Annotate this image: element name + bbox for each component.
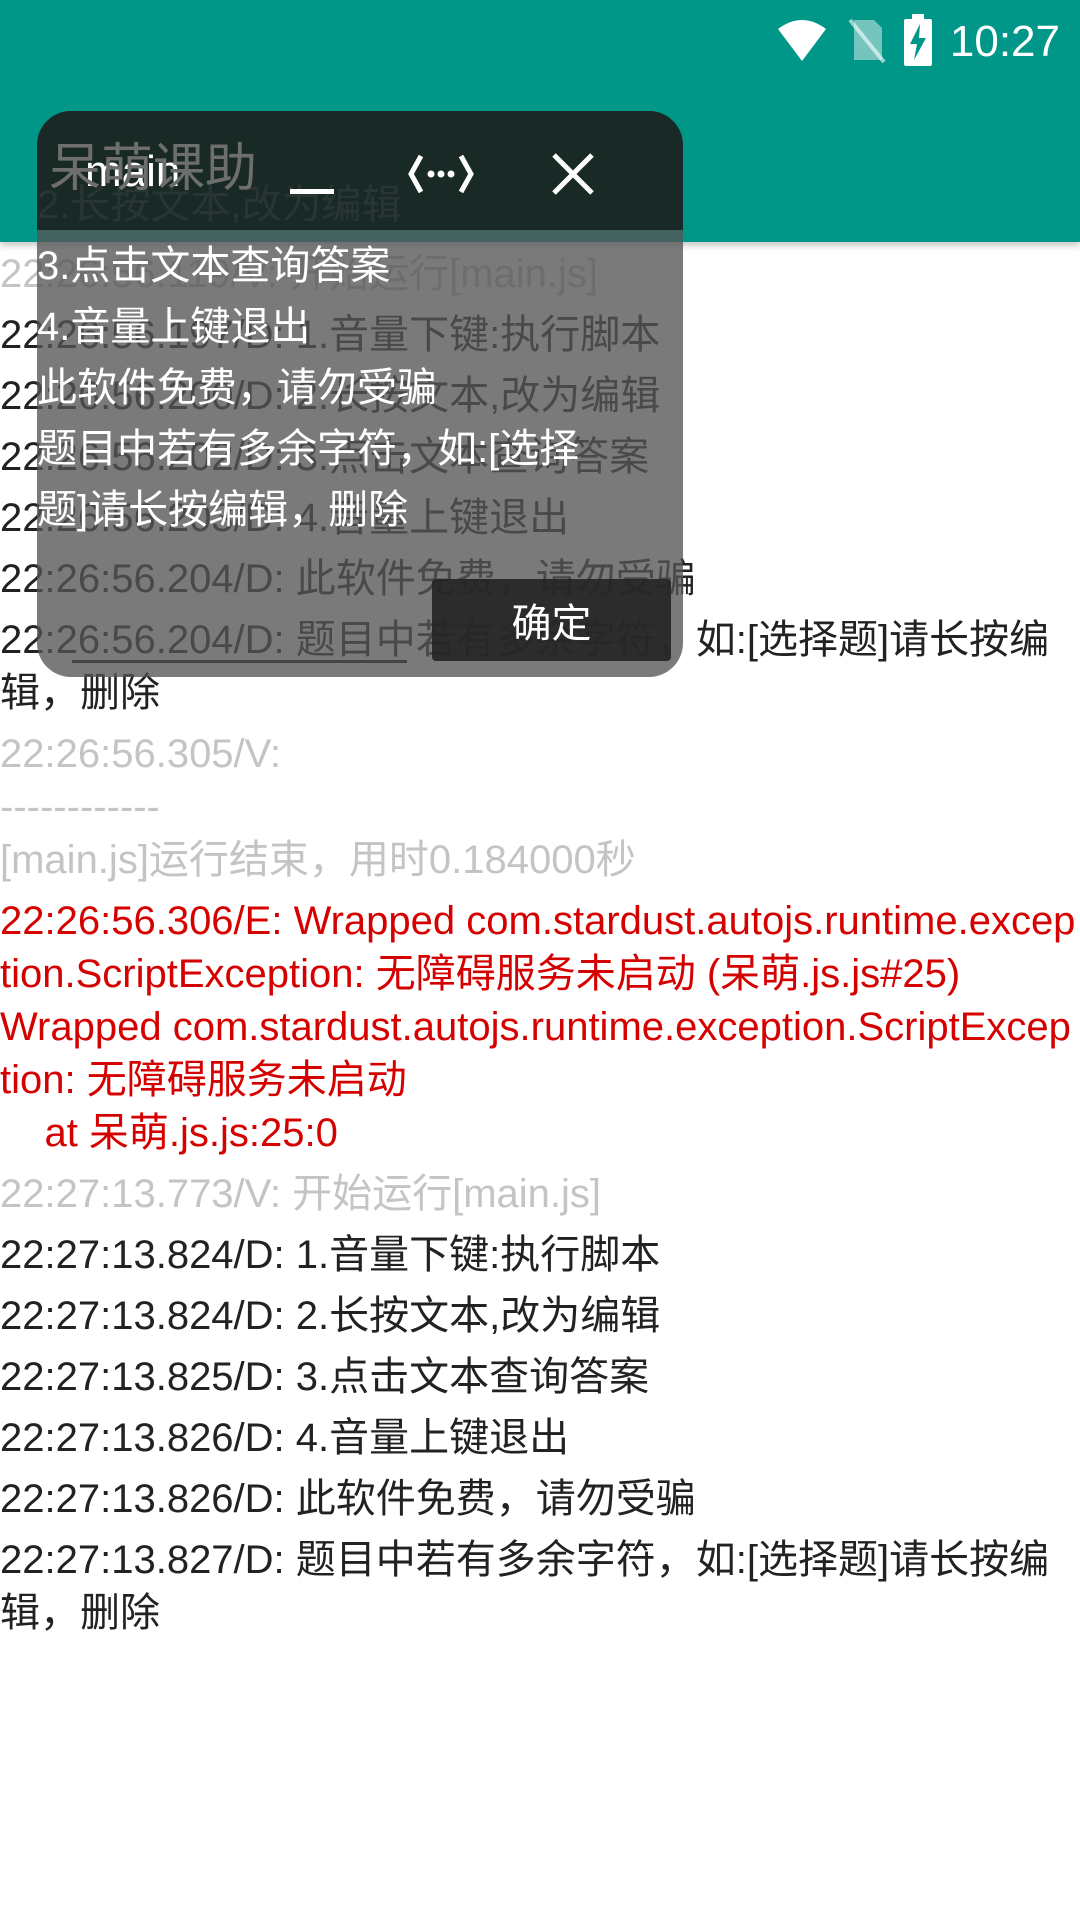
floating-window-title: main bbox=[85, 147, 181, 196]
battery-charging-icon bbox=[903, 13, 932, 71]
log-entry: 22:26:56.305/V: ------------ [main.js]运行… bbox=[0, 732, 636, 882]
minimize-icon bbox=[290, 189, 334, 194]
log-entry: 22:27:13.826/D: 此软件免费，请勿受骗 bbox=[0, 1477, 696, 1521]
floating-console-window[interactable]: 2.长按文本,改为编辑3.点击文本查询答案4.音量上键退出此软件免费，请勿受骗题… bbox=[37, 111, 683, 677]
minimize-button[interactable] bbox=[277, 139, 347, 209]
floating-log-line: 3.点击文本查询答案 bbox=[37, 244, 391, 288]
log-entry: 22:27:13.773/V: 开始运行[main.js] bbox=[0, 1172, 602, 1216]
log-entry: 22:27:13.826/D: 4.音量上键退出 bbox=[0, 1416, 570, 1460]
no-sim-icon bbox=[846, 16, 886, 69]
status-bar: 10:27 bbox=[0, 0, 1080, 84]
log-entry: 22:27:13.825/D: 3.点击文本查询答案 bbox=[0, 1355, 650, 1399]
log-entry: 22:27:13.824/D: 2.长按文本,改为编辑 bbox=[0, 1294, 661, 1338]
resize-button[interactable] bbox=[406, 139, 476, 209]
resize-horizontal-icon bbox=[408, 154, 474, 194]
floating-log-line: 此软件免费，请勿受骗 bbox=[37, 366, 437, 410]
log-entry: 22:27:13.824/D: 1.音量下键:执行脚本 bbox=[0, 1233, 661, 1277]
wifi-icon bbox=[776, 17, 828, 68]
close-icon bbox=[552, 153, 594, 195]
floating-log-line: 题]请长按编辑，删除 bbox=[37, 488, 409, 532]
log-entry: 22:26:56.306/E: Wrapped com.stardust.aut… bbox=[0, 899, 1076, 1155]
floating-log-line: 4.音量上键退出 bbox=[37, 305, 311, 349]
ok-button[interactable]: 确定 bbox=[432, 579, 671, 661]
floating-log-line: 题目中若有多余字符，如:[选择 bbox=[37, 427, 580, 471]
clock: 10:27 bbox=[949, 17, 1060, 66]
input-underline bbox=[72, 660, 407, 663]
close-button[interactable] bbox=[538, 139, 608, 209]
log-entry: 22:27:13.827/D: 题目中若有多余字符，如:[选择题]请长按编辑，删… bbox=[0, 1538, 1050, 1635]
floating-window-header[interactable]: main bbox=[37, 111, 683, 230]
